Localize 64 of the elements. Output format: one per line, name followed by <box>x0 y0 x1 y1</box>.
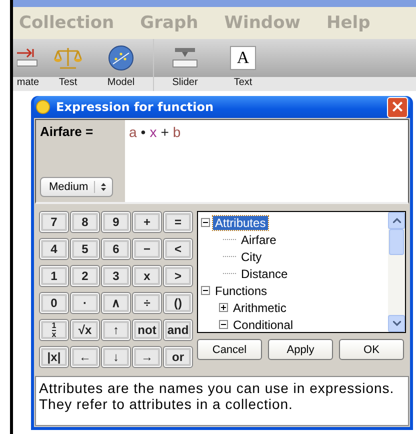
dialog-button[interactable]: Cancel <box>197 339 262 360</box>
tree-item[interactable]: Airfare <box>239 232 278 246</box>
key-button[interactable]: or <box>163 346 193 368</box>
ruler-icon <box>17 47 39 69</box>
tree-item[interactable]: Functions <box>213 284 270 298</box>
key-button[interactable]: 4 <box>39 238 69 260</box>
key-button[interactable]: + <box>132 211 162 233</box>
key-button[interactable]: − <box>132 238 162 260</box>
expand-icon[interactable] <box>219 303 228 312</box>
close-button[interactable]: × <box>387 96 408 118</box>
key-button[interactable]: 3 <box>101 265 131 287</box>
toolbar-button[interactable]: Slider <box>172 77 198 89</box>
scroll-thumb[interactable] <box>389 229 404 255</box>
scrollbar[interactable] <box>388 212 405 332</box>
bulb-icon <box>36 100 50 114</box>
scroll-up-button[interactable] <box>388 212 405 229</box>
key-button[interactable]: → <box>132 346 162 368</box>
window-title: Expression for function <box>56 100 215 114</box>
key-button[interactable]: > <box>163 265 193 287</box>
key-button[interactable]: 2 <box>70 265 100 287</box>
key-button[interactable]: √x <box>70 319 100 341</box>
key-button[interactable]: ∧ <box>101 292 131 314</box>
dialog-button[interactable]: Apply <box>268 339 333 360</box>
text-icon: A <box>230 46 256 70</box>
tree-item[interactable]: Attributes <box>213 216 268 230</box>
scales-icon <box>54 46 82 70</box>
slider-icon <box>171 47 199 69</box>
tree-item[interactable]: Distance <box>239 266 290 280</box>
chevron-up-icon <box>392 218 400 223</box>
scroll-down-button[interactable] <box>388 315 405 332</box>
dialog-button[interactable]: OK <box>339 339 404 360</box>
key-button[interactable]: 6 <box>101 238 131 260</box>
key-button[interactable]: · <box>70 292 100 314</box>
key-button[interactable]: () <box>163 292 193 314</box>
toolbar-button[interactable]: mate <box>16 77 40 89</box>
key-button[interactable]: ← <box>70 346 100 368</box>
collapse-icon[interactable] <box>219 320 228 329</box>
key-button[interactable]: 5 <box>70 238 100 260</box>
globe-icon <box>108 45 134 71</box>
collapse-icon[interactable] <box>201 218 210 227</box>
description-text: Attributes are the names you can use in expressions. They refer to attributes in a collection. <box>35 376 409 426</box>
key-button[interactable]: not <box>132 319 162 341</box>
tree-item[interactable]: City <box>239 250 264 264</box>
key-button[interactable]: ÷ <box>132 292 162 314</box>
key-button[interactable]: x <box>132 265 162 287</box>
toolbar-button[interactable]: Test <box>58 77 78 89</box>
toolbar-button[interactable]: Text <box>234 77 252 89</box>
key-button[interactable]: |x| <box>39 346 69 368</box>
key-button[interactable]: ↑ <box>101 319 131 341</box>
key-button[interactable]: 0 <box>39 292 69 314</box>
key-button[interactable]: and <box>163 319 193 341</box>
key-button[interactable]: ↓ <box>101 346 131 368</box>
key-button[interactable]: < <box>163 238 193 260</box>
key-button[interactable]: 1 <box>39 265 69 287</box>
tree-item[interactable]: Arithmetic <box>231 300 288 314</box>
collapse-icon[interactable] <box>201 286 210 295</box>
chevron-down-icon <box>392 321 400 326</box>
key-button[interactable]: 9 <box>101 211 131 233</box>
tree-item[interactable]: Conditional <box>231 318 296 332</box>
key-button[interactable]: 7 <box>39 211 69 233</box>
key-button[interactable]: 8 <box>70 211 100 233</box>
key-button[interactable]: = <box>163 211 193 233</box>
toolbar-button[interactable]: Model <box>107 77 135 89</box>
key-button[interactable]: 1 x <box>39 319 69 341</box>
